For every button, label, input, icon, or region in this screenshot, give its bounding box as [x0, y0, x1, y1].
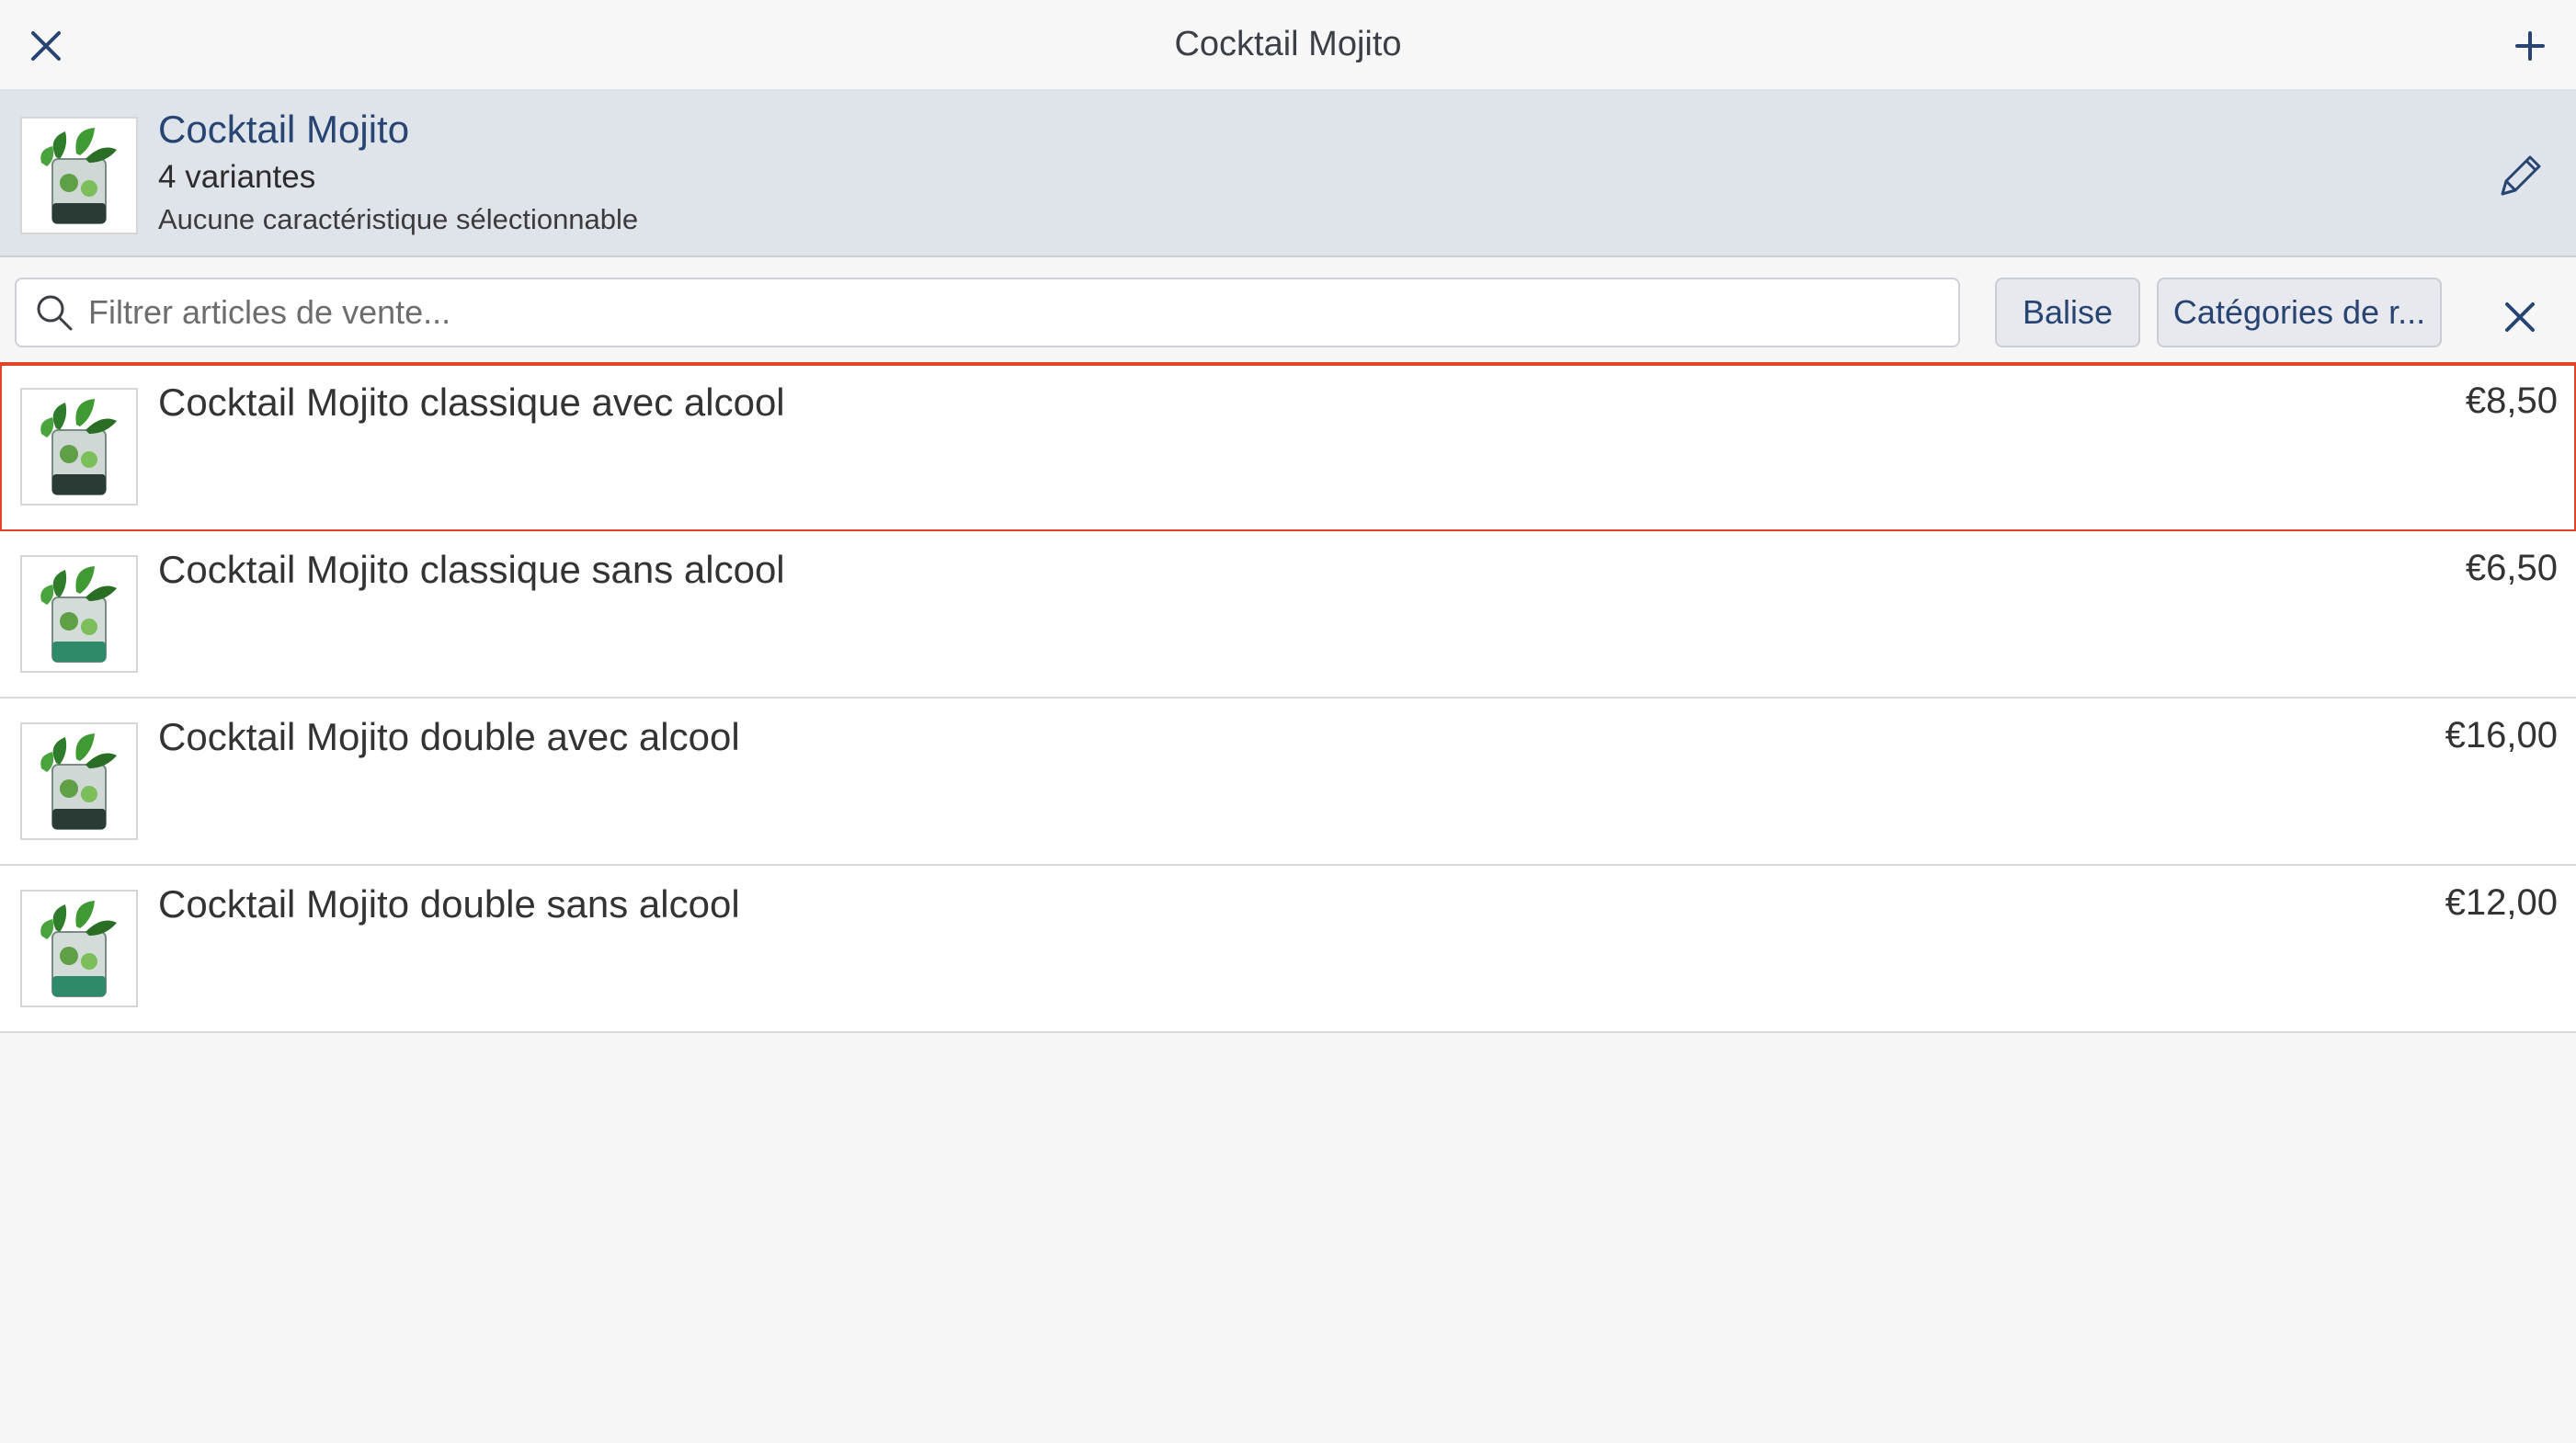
add-button[interactable]: [2502, 18, 2558, 74]
filter-bar: Balise Catégories de r...: [0, 259, 2576, 357]
close-icon: [31, 31, 61, 61]
search-icon: [37, 295, 73, 331]
item-name: Cocktail Mojito classique sans alcool: [158, 548, 785, 591]
mojito-glass-icon: [40, 399, 117, 495]
list-item[interactable]: Cocktail Mojito classique avec alcool €8…: [0, 362, 2576, 533]
variant-count: 4 variantes: [158, 159, 316, 195]
item-name: Cocktail Mojito classique avec alcool: [158, 381, 785, 424]
edit-button[interactable]: [2488, 144, 2552, 209]
title-bar: Cocktail Mojito: [0, 0, 2576, 89]
item-price: €16,00: [2445, 715, 2558, 756]
clear-filter-button[interactable]: [2488, 285, 2552, 349]
item-price: €8,50: [2465, 381, 2558, 421]
variant-list: Cocktail Mojito classique avec alcool €8…: [0, 362, 2576, 1033]
mojito-glass-icon: [40, 566, 117, 663]
item-name: Cocktail Mojito double sans alcool: [158, 882, 740, 926]
mojito-glass-icon: [40, 901, 117, 997]
list-item[interactable]: Cocktail Mojito double avec alcool €16,0…: [0, 699, 2576, 866]
category-filter-button[interactable]: Catégories de r...: [2157, 278, 2442, 347]
search-input[interactable]: [88, 293, 1835, 332]
item-thumbnail: [20, 890, 138, 1007]
item-thumbnail: [20, 555, 138, 673]
close-icon: [2505, 302, 2535, 332]
product-title: Cocktail Mojito: [158, 108, 410, 151]
page-title: Cocktail Mojito: [1174, 25, 1402, 63]
tag-filter-button[interactable]: Balise: [1995, 278, 2140, 347]
pencil-icon: [2501, 155, 2541, 196]
plus-icon: [2515, 31, 2545, 61]
item-price: €12,00: [2445, 882, 2558, 923]
mojito-glass-icon: [40, 733, 117, 830]
item-price: €6,50: [2465, 548, 2558, 588]
item-name: Cocktail Mojito double avec alcool: [158, 715, 740, 758]
list-item[interactable]: Cocktail Mojito classique sans alcool €6…: [0, 531, 2576, 699]
characteristics-note: Aucune caractéristique sélectionnable: [158, 203, 639, 235]
item-thumbnail: [20, 722, 138, 840]
list-item[interactable]: Cocktail Mojito double sans alcool €12,0…: [0, 866, 2576, 1033]
search-box[interactable]: [15, 278, 1960, 347]
close-button[interactable]: [18, 18, 74, 74]
product-header: Cocktail Mojito 4 variantes Aucune carac…: [0, 89, 2576, 257]
item-thumbnail: [20, 388, 138, 506]
product-thumbnail: [20, 117, 138, 234]
mojito-glass-icon: [40, 128, 117, 224]
